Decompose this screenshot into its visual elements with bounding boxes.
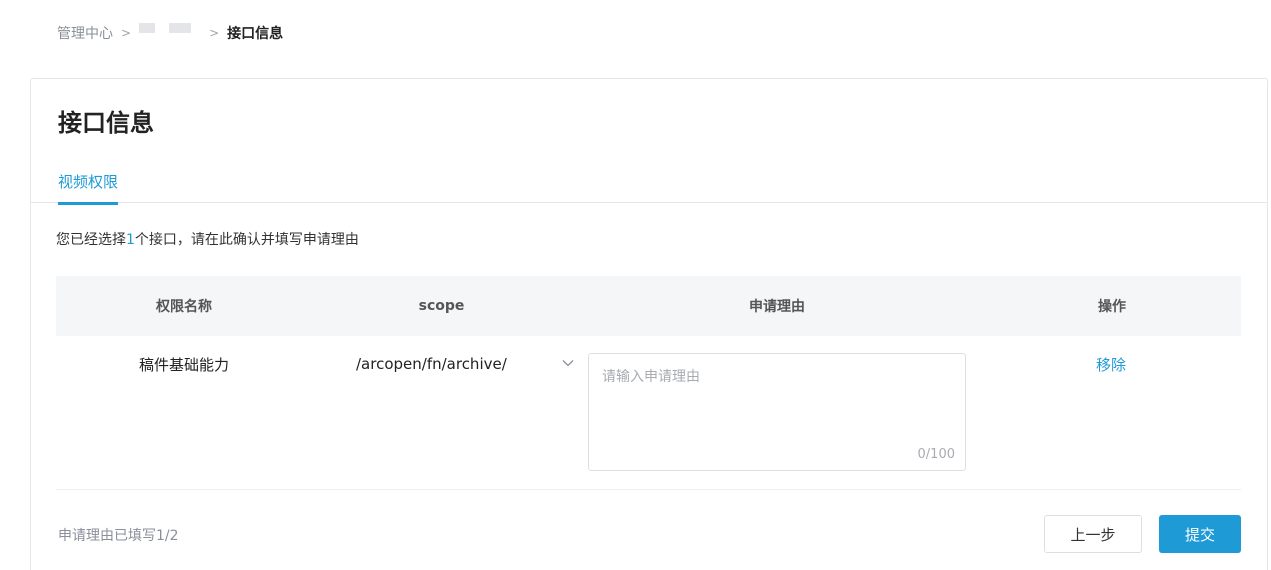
previous-step-button[interactable]: 上一步 <box>1044 515 1142 553</box>
permission-table: 权限名称 scope 申请理由 操作 稿件基础能力 /arcopen/fn/ar… <box>56 276 1241 490</box>
scope-select[interactable]: /arcopen/fn/archive/ <box>356 350 576 378</box>
selection-hint: 您已经选择1个接口，请在此确认并填写申请理由 <box>56 229 359 249</box>
breadcrumb-masked-item[interactable] <box>139 22 192 44</box>
reason-input[interactable] <box>589 354 965 444</box>
table-header: 权限名称 scope 申请理由 操作 <box>56 276 1241 336</box>
hint-count: 1 <box>126 232 135 248</box>
tab-video-permission[interactable]: 视频权限 <box>58 171 119 205</box>
submit-button[interactable]: 提交 <box>1159 515 1241 553</box>
breadcrumb-root[interactable]: 管理中心 <box>57 23 113 43</box>
page: 管理中心 > > 接口信息 接口信息 视频权限 您已经选择1个接口，请在此确认并… <box>0 0 1271 570</box>
chevron-right-icon: > <box>121 26 132 40</box>
breadcrumb-current: 接口信息 <box>227 26 284 42</box>
masked-block <box>169 23 192 33</box>
interface-info-card: 接口信息 视频权限 您已经选择1个接口，请在此确认并填写申请理由 权限名称 sc… <box>30 78 1268 570</box>
reason-filled-status: 申请理由已填写1/2 <box>58 528 179 544</box>
scope-value: /arcopen/fn/archive/ <box>356 355 507 373</box>
header-action: 操作 <box>1098 299 1126 315</box>
header-reason: 申请理由 <box>749 299 805 315</box>
hint-suffix: 个接口，请在此确认并填写申请理由 <box>134 232 359 248</box>
table-row: 稿件基础能力 /arcopen/fn/archive/ 0/100 移除 <box>56 336 1241 490</box>
breadcrumb: 管理中心 > > 接口信息 <box>57 22 283 44</box>
chevron-down-icon <box>562 360 574 367</box>
reason-field: 0/100 <box>588 353 966 471</box>
chevron-right-icon: > <box>209 26 220 40</box>
hint-prefix: 您已经选择 <box>56 232 126 248</box>
reason-char-counter: 0/100 <box>917 447 955 462</box>
page-title: 接口信息 <box>58 109 154 137</box>
tab-bar: 视频权限 <box>31 167 1267 205</box>
header-scope: scope <box>418 298 465 314</box>
permission-name: 稿件基础能力 <box>138 356 229 374</box>
masked-block <box>139 23 156 33</box>
remove-button[interactable]: 移除 <box>1071 354 1151 375</box>
header-permission-name: 权限名称 <box>156 299 212 315</box>
